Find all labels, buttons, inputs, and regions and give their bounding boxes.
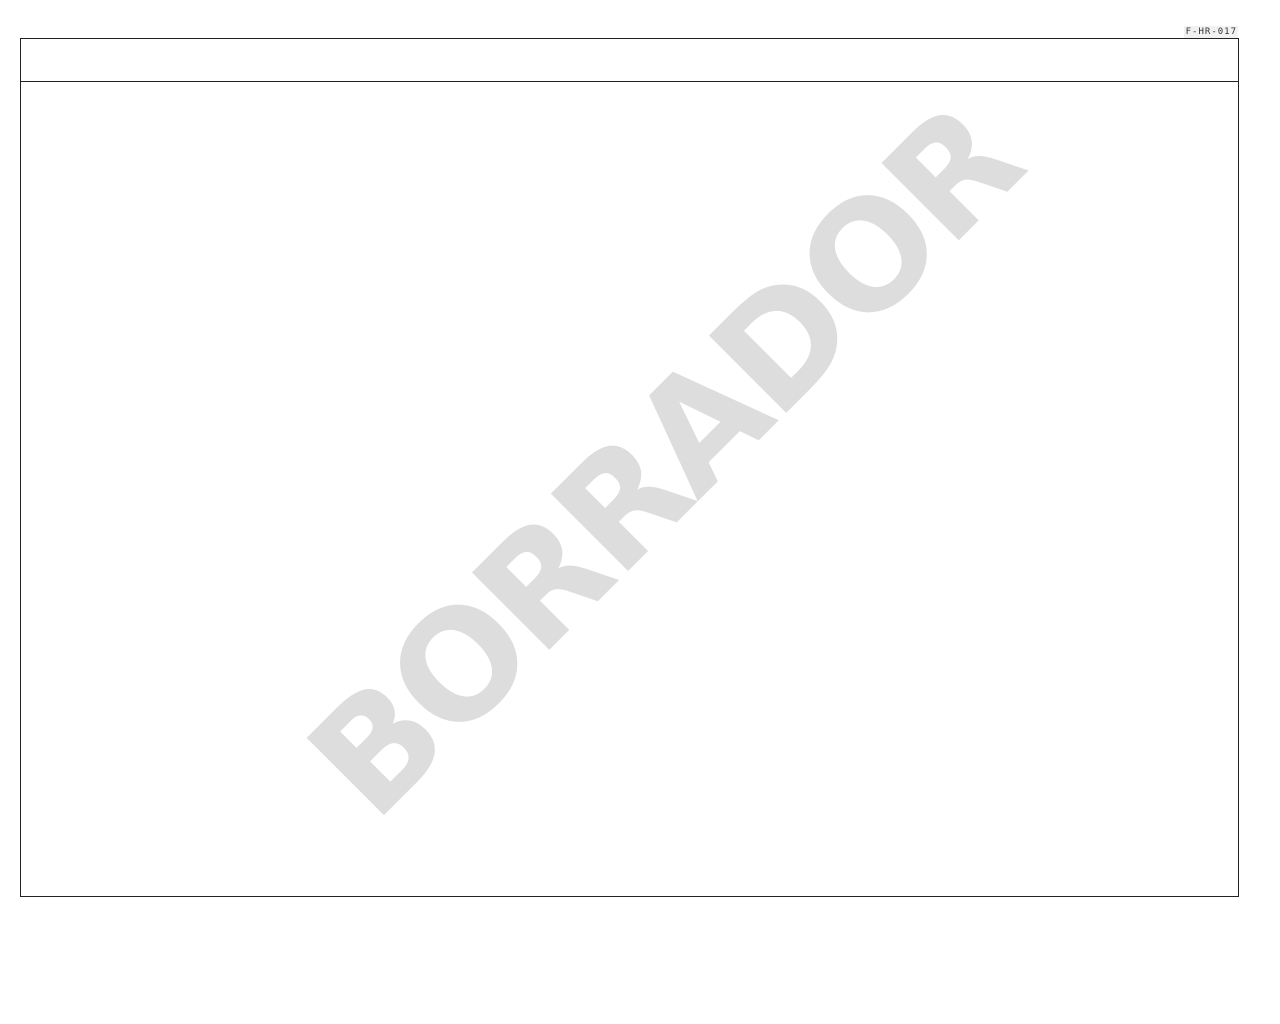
form-code-label: F-HR-017 <box>1183 26 1238 38</box>
document-body <box>21 82 1238 896</box>
document-frame <box>20 38 1239 897</box>
document-header-row <box>21 39 1238 82</box>
